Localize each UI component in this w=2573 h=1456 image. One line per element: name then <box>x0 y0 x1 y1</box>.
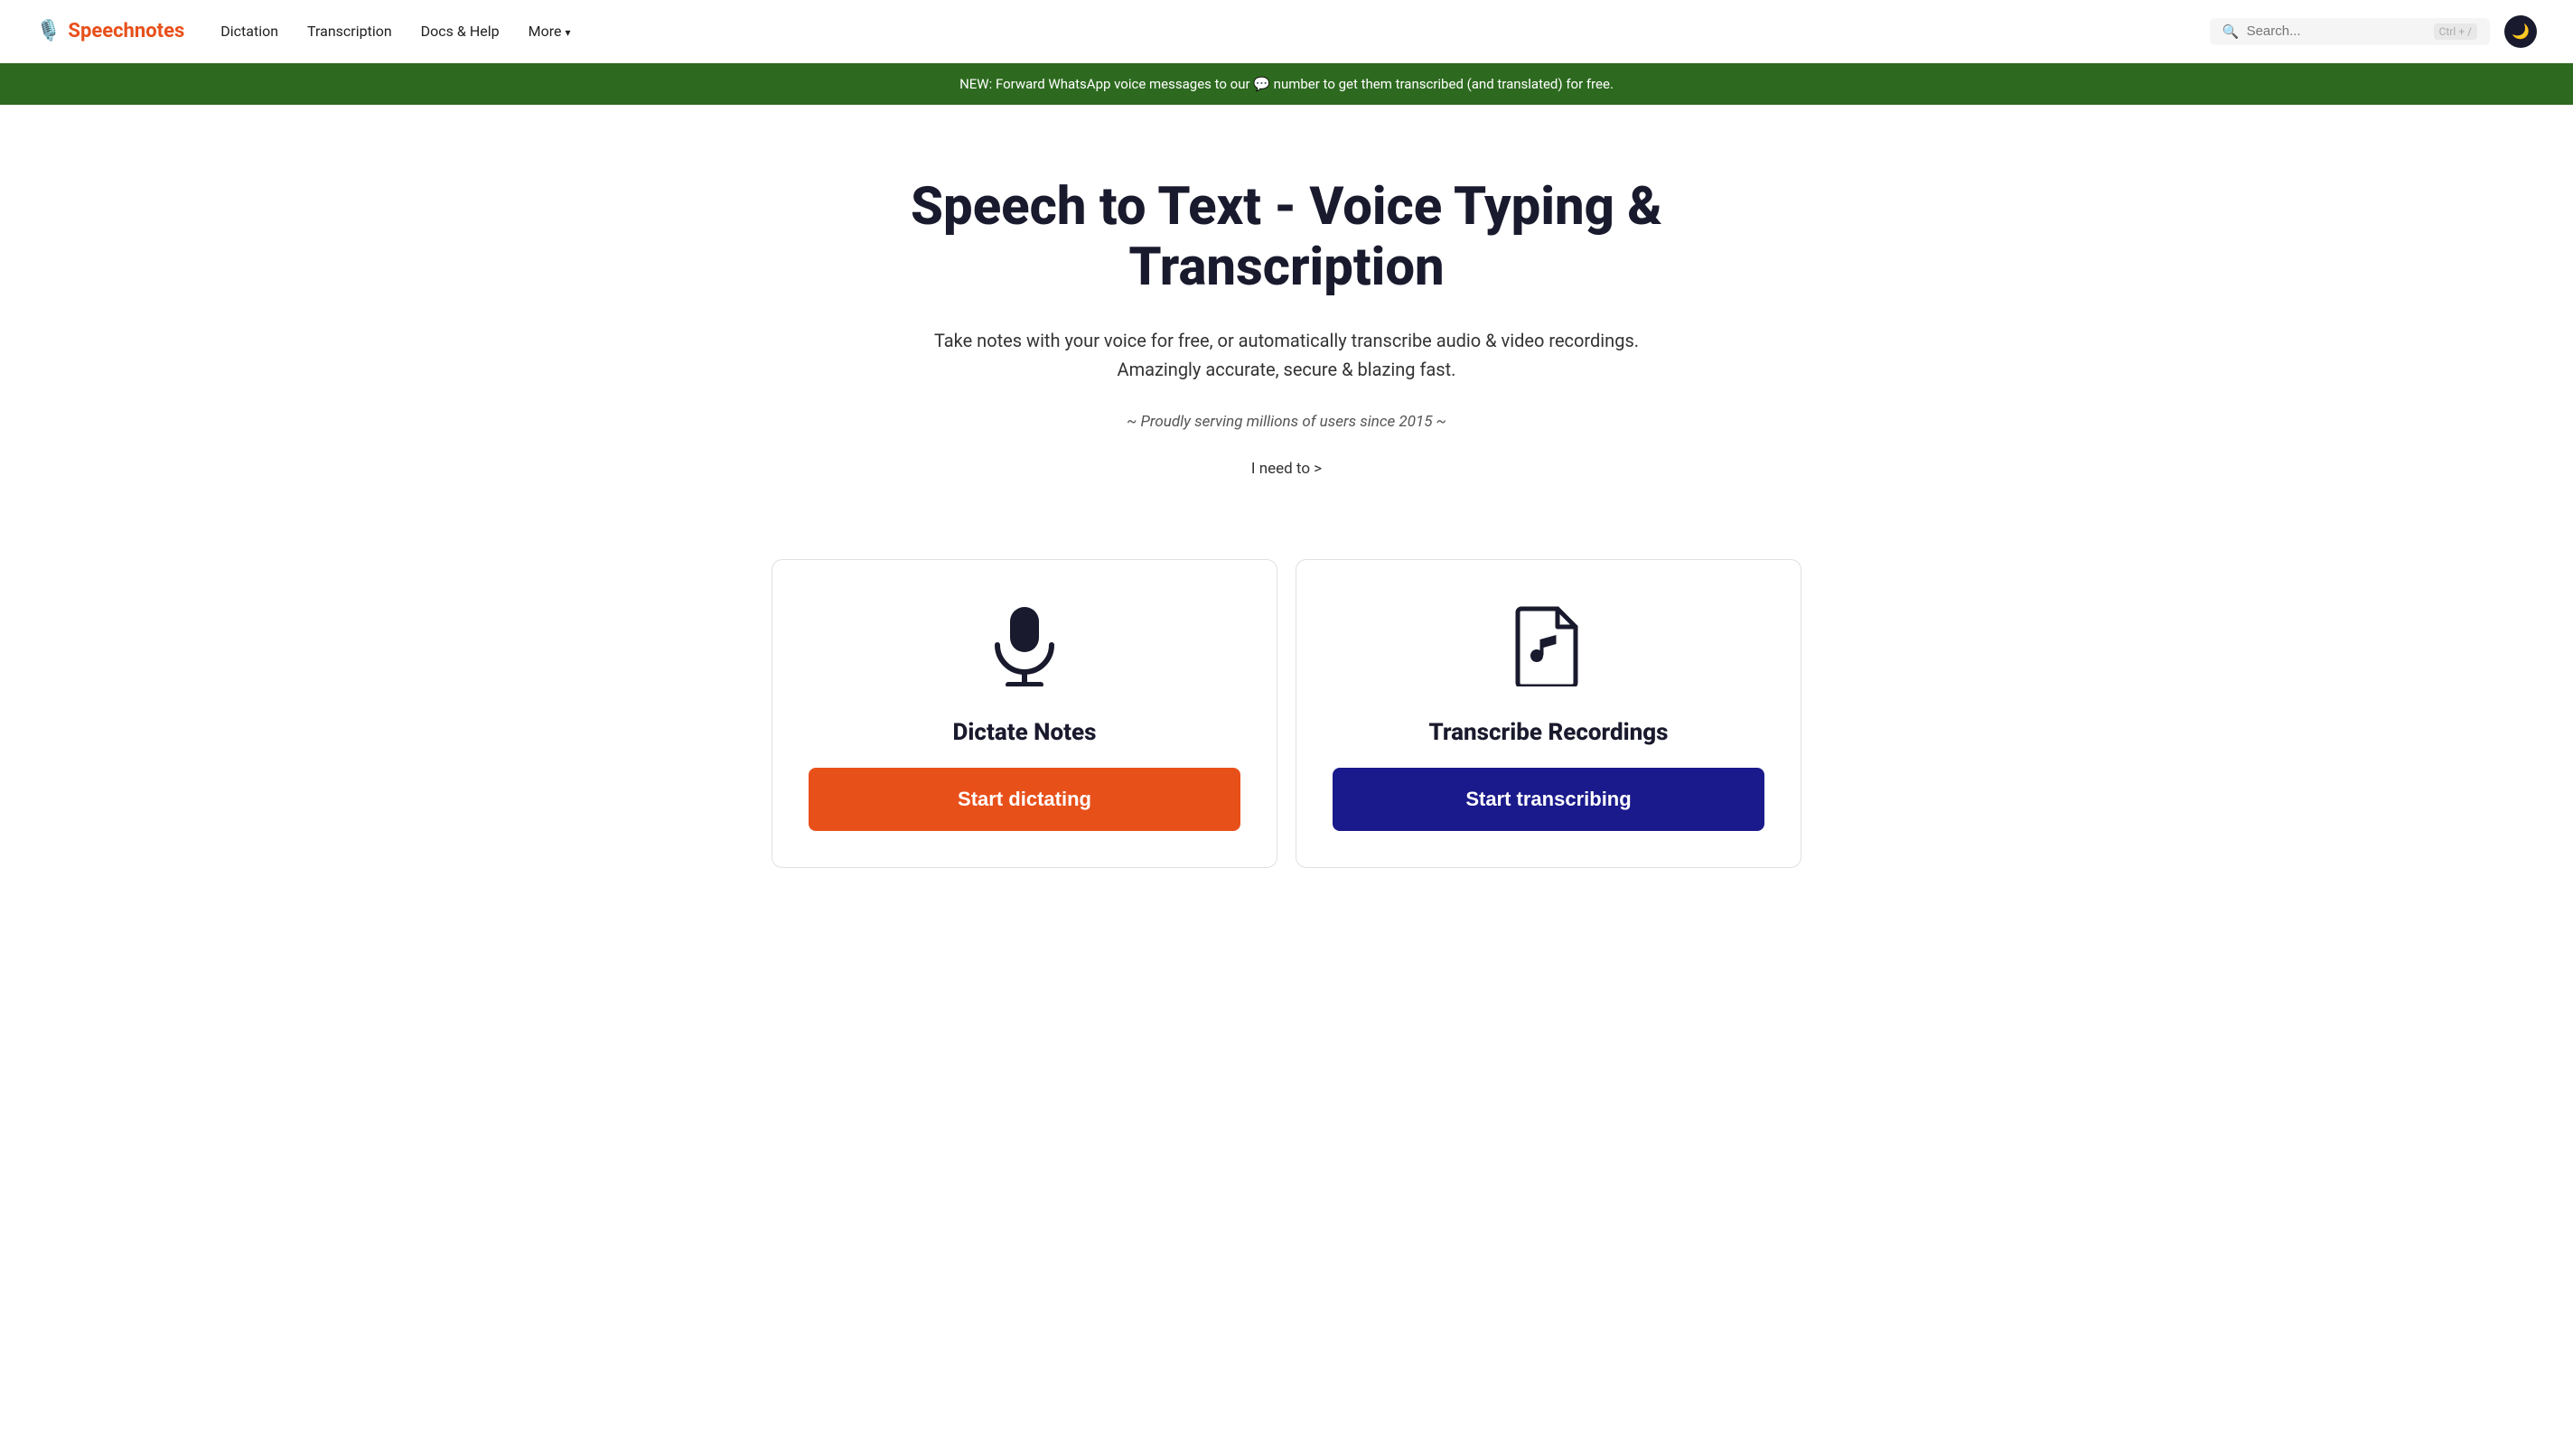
start-transcribing-button[interactable]: Start transcribing <box>1333 768 1764 831</box>
search-icon: 🔍 <box>2222 23 2240 40</box>
navbar: 🎙️ Speechnotes Dictation Transcription D… <box>0 0 2573 63</box>
feature-cards: Dictate Notes Start dictating Transcribe… <box>654 559 1919 868</box>
dictate-card: Dictate Notes Start dictating <box>772 559 1277 868</box>
logo-icon: 🎙️ <box>36 20 61 42</box>
hero-subtitle: Take notes with your voice for free, or … <box>871 326 1702 384</box>
start-dictating-button[interactable]: Start dictating <box>809 768 1240 831</box>
logo-text: Speechnotes <box>68 20 184 42</box>
keyboard-shortcut-hint: Ctrl + / <box>2434 23 2477 40</box>
search-area[interactable]: 🔍 Ctrl + / <box>2210 18 2490 45</box>
search-input[interactable] <box>2247 23 2427 39</box>
nav-transcription[interactable]: Transcription <box>307 23 392 40</box>
dark-mode-toggle[interactable]: 🌙 <box>2504 15 2537 48</box>
chevron-down-icon <box>565 23 570 40</box>
announcement-banner: NEW: Forward WhatsApp voice messages to … <box>0 63 2573 105</box>
nav-docs[interactable]: Docs & Help <box>421 23 500 40</box>
transcribe-card: Transcribe Recordings Start transcribing <box>1296 559 1801 868</box>
hero-section: Speech to Text - Voice Typing & Transcri… <box>835 105 1738 559</box>
microphone-icon <box>988 605 1061 697</box>
nav-links: Dictation Transcription Docs & Help More <box>220 23 2210 40</box>
audio-file-icon <box>1514 605 1583 697</box>
i-need-to-link[interactable]: I need to > <box>871 460 1702 478</box>
transcribe-card-title: Transcribe Recordings <box>1428 719 1668 746</box>
nav-more[interactable]: More <box>529 23 571 40</box>
dictate-card-title: Dictate Notes <box>953 719 1097 746</box>
logo-link[interactable]: 🎙️ Speechnotes <box>36 20 184 42</box>
hero-tagline: ~ Proudly serving millions of users sinc… <box>871 413 1702 431</box>
nav-dictation[interactable]: Dictation <box>220 23 278 40</box>
banner-text: NEW: Forward WhatsApp voice messages to … <box>959 76 1614 92</box>
page-title: Speech to Text - Voice Typing & Transcri… <box>871 177 1702 297</box>
moon-icon: 🌙 <box>2512 23 2530 40</box>
